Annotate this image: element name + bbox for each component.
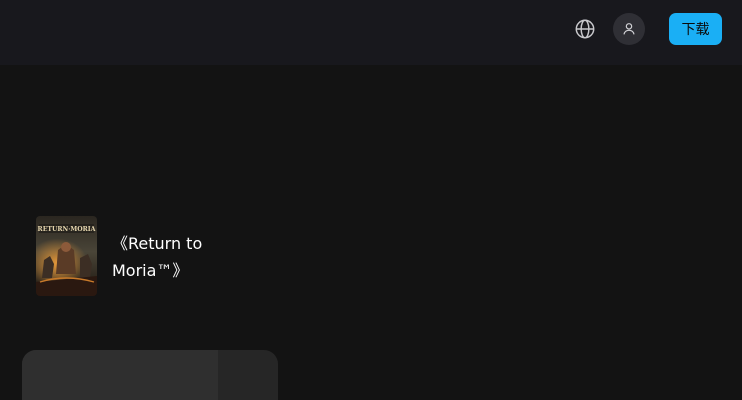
globe-icon [575, 19, 595, 39]
page: 下载 RETURN·MORIA 《Return to Moria™》 [0, 0, 742, 400]
panel-section [22, 350, 218, 400]
account-button[interactable] [613, 13, 645, 45]
top-navigation-bar: 下载 [0, 0, 742, 65]
language-button[interactable] [572, 16, 598, 42]
game-cover-image: RETURN·MORIA [36, 216, 97, 296]
game-title[interactable]: 《Return to Moria™》 [112, 230, 222, 284]
user-icon [623, 23, 635, 35]
game-item[interactable]: RETURN·MORIA 《Return to Moria™》 [36, 216, 202, 296]
cover-logo-text: RETURN·MORIA [38, 226, 96, 233]
content-panel [22, 350, 278, 400]
download-button[interactable]: 下载 [669, 13, 722, 45]
